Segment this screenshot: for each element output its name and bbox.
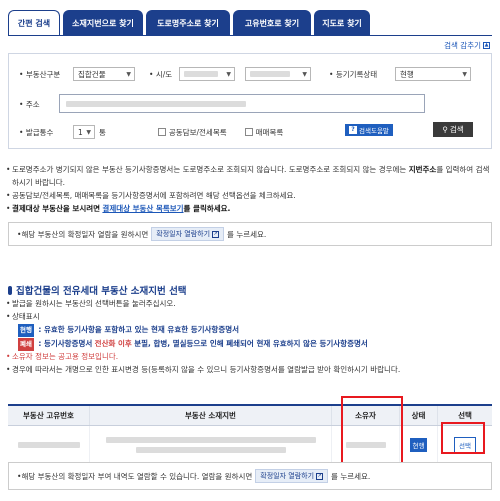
- hide-search-label: 검색 감추기: [444, 41, 481, 50]
- tab-map-search[interactable]: 지도로 찾기: [314, 10, 370, 36]
- address-value-redacted: [66, 100, 246, 107]
- section-note: 상태표시: [6, 311, 494, 324]
- issue-unit: 통: [99, 127, 106, 137]
- confirm-date-button[interactable]: 확정일자 열람하기 ↗: [151, 227, 225, 241]
- trade-list-label: 매매목록: [255, 127, 284, 137]
- chevron-down-icon: ▼: [126, 71, 131, 78]
- search-help-label: 검색도움말: [359, 127, 389, 135]
- joint-collateral-label: 공동담보/전세목록: [168, 127, 227, 137]
- confirm-date-info-box-2: • 해당 부동산의 확정일자 부여 내역도 열람할 수 있습니다. 열람을 원하…: [8, 462, 492, 490]
- hide-search-toggle[interactable]: 검색 감추기 ▲: [444, 40, 490, 51]
- status-legend-current: 현행 : 유효한 등기사항을 포함하고 있는 현재 유효한 등기사항증명서: [6, 323, 494, 337]
- registry-status-label: 등기기록상태: [335, 69, 378, 79]
- section-note: 발급을 원하시는 부동산의 선택버튼을 눌러주십시오.: [6, 298, 494, 311]
- status-legend-closed: 폐쇄 : 등기사항증명서 전산화 이후 분필, 합병, 멸실등으로 인해 폐쇄되…: [6, 337, 494, 351]
- form-row-3: • 발급통수 1 ▼ 통 공동담보/전세목록 매매목록: [19, 125, 283, 139]
- sigungu-select[interactable]: ▼: [245, 67, 311, 81]
- registry-status-select[interactable]: 현행 ▼: [395, 67, 471, 81]
- form-row-1: • 부동산구분 집합건물 ▼ • 시/도 ▼ ▼ • 등기기록상태 현행 ▼: [19, 67, 471, 81]
- tab-road-address-search[interactable]: 도로명주소로 찾기: [146, 10, 230, 36]
- header-unique-number: 부동산 고유번호: [8, 406, 90, 425]
- notice-item: 공동담보/전세목록, 매매목록을 등기사항증명서에 포함하려면 해당 선택옵션을…: [6, 189, 494, 202]
- section-description: 발급을 원하시는 부동산의 선택버튼을 눌러주십시오. 상태표시 현행 : 유효…: [6, 298, 494, 376]
- status-badge: 현행: [18, 324, 34, 337]
- form-row-2: • 주소: [19, 100, 40, 109]
- issue-count-label: 발급통수: [25, 127, 54, 137]
- status-badge: 현행: [409, 437, 428, 452]
- cell-unique-number: [8, 426, 90, 463]
- section-marker-icon: [8, 285, 12, 295]
- tab-simple-search[interactable]: 간편 검색: [8, 10, 60, 36]
- tab-bar: 간편 검색 소재지번으로 찾기 도로명주소로 찾기 고유번호로 찾기 지도로 찾…: [8, 10, 373, 36]
- confirm-date-text: 해당 부동산의 확정일자 열람을 원하시면: [21, 229, 149, 239]
- header-location: 부동산 소재지번: [90, 406, 332, 425]
- sigungu-value-redacted: [250, 71, 290, 77]
- select-button-highlight: [441, 422, 485, 454]
- search-icon: ⚲: [442, 125, 448, 134]
- confirm-date-button[interactable]: 확정일자 열람하기 ↗: [255, 469, 329, 483]
- issue-count-value: 1: [78, 127, 83, 137]
- sido-select[interactable]: ▼: [179, 67, 235, 81]
- property-table: 부동산 고유번호 부동산 소재지번 소유자 상태 선택 현행 선택: [8, 404, 492, 464]
- table-header: 부동산 고유번호 부동산 소재지번 소유자 상태 선택: [8, 406, 492, 426]
- sido-value-redacted: [184, 71, 218, 77]
- joint-collateral-checkbox[interactable]: [157, 128, 166, 136]
- tab-lot-number-search[interactable]: 소재지번으로 찾기: [63, 10, 143, 36]
- tab-divider: [8, 35, 492, 36]
- external-link-icon: ↗: [316, 472, 324, 480]
- registry-status-value: 현행: [400, 69, 414, 79]
- search-button[interactable]: ⚲ 검색: [433, 122, 473, 137]
- tab-unique-number-search[interactable]: 고유번호로 찾기: [233, 10, 311, 36]
- issue-count-select[interactable]: 1 ▼: [73, 125, 95, 139]
- property-type-select[interactable]: 집합건물 ▼: [73, 67, 135, 81]
- notice-list: 도로명주소가 병기되지 않은 부동산 등기사항증명서는 도로명주소로 조회되지 …: [6, 163, 494, 215]
- owner-info-note: 소유자 정보는 공고용 정보입니다.: [6, 351, 494, 364]
- chevron-down-icon: ▼: [302, 71, 307, 78]
- address-label: 주소: [25, 100, 40, 109]
- trade-list-checkbox[interactable]: [244, 128, 253, 136]
- header-status: 상태: [400, 406, 438, 425]
- cell-status: 현행: [400, 426, 438, 463]
- chevron-down-icon: ▼: [462, 71, 467, 78]
- cell-location: [90, 426, 332, 463]
- chevron-down-icon: ▼: [226, 71, 231, 78]
- chevron-up-icon: ▲: [483, 42, 490, 49]
- search-form: • 부동산구분 집합건물 ▼ • 시/도 ▼ ▼ • 등기기록상태 현행 ▼ •…: [8, 53, 492, 149]
- table-row: 현행 선택: [8, 426, 492, 464]
- payment-list-link[interactable]: 결제대상 부동산 목록보기: [102, 204, 183, 213]
- notice-item: 도로명주소가 병기되지 않은 부동산 등기사항증명서는 도로명주소로 조회되지 …: [6, 163, 494, 189]
- confirm-date-info-box: • 해당 부동산의 확정일자 열람을 원하시면 확정일자 열람하기 ↗ 를 누르…: [8, 222, 492, 246]
- sido-label: 시/도: [155, 69, 173, 79]
- section-title: 집합건물의 전유세대 부동산 소재지번 선택: [8, 283, 187, 297]
- question-icon: ?: [349, 126, 357, 134]
- property-type-value: 집합건물: [78, 69, 106, 79]
- status-badge: 폐쇄: [18, 338, 34, 351]
- address-input[interactable]: [59, 94, 425, 113]
- search-help-button[interactable]: ? 검색도움말: [345, 124, 393, 136]
- notice-item: 결제대상 부동산을 보시려면 결제대상 부동산 목록보기를 클릭하세요.: [6, 202, 494, 215]
- confirm-date-text: 해당 부동산의 확정일자 부여 내역도 열람할 수 있습니다. 열람을 원하시면: [21, 471, 253, 481]
- external-link-icon: ↗: [212, 230, 220, 238]
- chevron-down-icon: ▼: [86, 129, 91, 136]
- section-note: 경우에 따라서는 개명으로 인한 표시변경 등(등록하지 않을 수 있으니 등기…: [6, 364, 494, 376]
- property-type-label: 부동산구분: [25, 69, 61, 79]
- search-button-label: 검색: [449, 125, 464, 134]
